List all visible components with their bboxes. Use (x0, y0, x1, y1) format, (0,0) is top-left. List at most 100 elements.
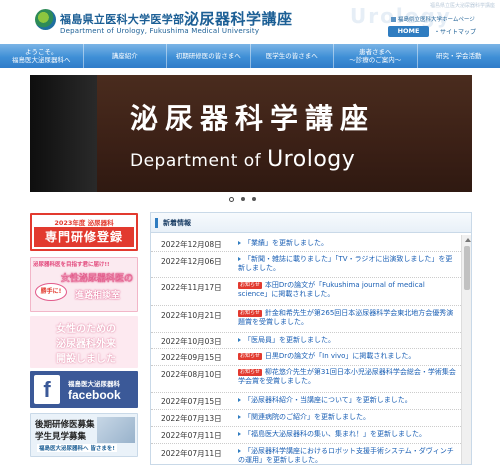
nav-label: 医学生の皆さまへ (265, 51, 318, 60)
news-link[interactable]: 「泌尿器科紹介・当講座について」を更新しました。 (238, 396, 456, 405)
news-text: 「業績」を更新しました。 (244, 239, 328, 247)
news-date: 2022年12月06日 (161, 257, 222, 266)
news-text: 日黒Drの論文が「In vivo」に掲載されました。 (264, 352, 416, 360)
nav-item-about[interactable]: 講座紹介 (84, 44, 167, 68)
consult-bubble: 勝手に! (35, 283, 67, 301)
hero-sign-en: Department of Urology (130, 147, 355, 172)
news-row: 2022年11月17日 お知らせ 本田Drの論文が「Fukushima journ… (151, 278, 461, 306)
news-header: 新着情報 (151, 213, 471, 233)
news-row: 2022年07月13日 「関連病院のご紹介」を更新しました。 (151, 410, 461, 427)
scroll-up-arrow-icon[interactable] (465, 238, 471, 242)
clinic-line1: 女性のための (56, 324, 116, 335)
news-row: 2022年07月15日 「泌尿器科紹介・当講座について」を更新しました。 (151, 393, 461, 410)
clinic-line2: 泌尿器科外来 (56, 339, 116, 350)
facebook-name: facebook (68, 388, 121, 402)
slider-dot[interactable] (241, 197, 245, 201)
recruit-line1: 後期研修医募集 (35, 420, 95, 430)
news-text: 針金和希先生が第265回日本泌尿器科学会東北地方会優秀演題賞を受賞しました。 (238, 309, 454, 327)
news-panel: 新着情報 2022年12月08日 「業績」を更新しました。 2022年12月06… (150, 212, 472, 465)
square-bullet-icon (391, 17, 396, 22)
news-link[interactable]: 「新聞・雑誌に載りました」「TV・ラジオに出演致しました」を更新しました。 (238, 255, 456, 274)
training-year: 2023年度 泌尿器科 (54, 219, 114, 227)
notice-badge: お知らせ (238, 309, 262, 317)
header-watermark-small: 福島県立医大泌尿器科学講座 (430, 3, 496, 9)
news-date: 2022年11月17日 (161, 283, 222, 292)
news-link[interactable]: 「福島医大泌尿器科の集い、集まれ！」を更新しました。 (238, 430, 456, 439)
university-logo[interactable] (35, 9, 56, 30)
nav-label-sub: 福島医大泌尿器科へ (12, 56, 71, 64)
hero-sign-jp: 泌尿器科学講座 (130, 102, 376, 135)
university-homepage-label: 福島県立医科大学ホームページ (398, 17, 475, 23)
news-text: 「関連病院のご紹介」を更新しました。 (244, 413, 370, 421)
heading-bar-icon (155, 217, 158, 228)
news-row: 2022年08月10日 お知らせ 柳花悠介先生が第31回日本小児泌尿器科学会総会・… (151, 366, 461, 393)
training-registration-banner[interactable]: 2023年度 泌尿器科 専門研修登録 (30, 213, 138, 251)
nav-item-patients[interactable]: 患者さまへ 〜診療のご案内〜 (334, 44, 418, 68)
recruit-line3: 福島医大泌尿器科へ 皆さまを! (37, 444, 117, 452)
nav-item-residents[interactable]: 初期研修医の皆さまへ (167, 44, 251, 68)
news-date: 2022年08月10日 (161, 370, 222, 379)
news-link[interactable]: 「泌尿器科学講座におけるロボット支援手術システム・ダヴィンチの運用」を更新しまし… (238, 447, 456, 465)
hero-sign-en-main: Urology (267, 147, 356, 172)
facebook-icon: f (34, 375, 60, 404)
news-date: 2022年09月15日 (161, 353, 222, 362)
news-link[interactable]: お知らせ 日黒Drの論文が「In vivo」に掲載されました。 (238, 352, 456, 361)
org-name[interactable]: 福島県立医科大学医学部 (60, 11, 184, 27)
news-link[interactable]: お知らせ 本田Drの論文が「Fukushima journal of medica… (238, 281, 456, 300)
triangle-bullet-icon (238, 257, 241, 261)
scroll-thumb[interactable] (464, 246, 470, 290)
news-text: 「泌尿器科学講座におけるロボット支援手術システム・ダヴィンチの運用」を更新しまし… (238, 447, 454, 465)
nav-item-students[interactable]: 医学生の皆さまへ (251, 44, 334, 68)
news-link[interactable]: 「業績」を更新しました。 (238, 239, 456, 248)
university-homepage-link[interactable]: 福島県立医科大学ホームページ (391, 15, 475, 23)
news-list: 2022年12月08日 「業績」を更新しました。 2022年12月06日 「新聞… (151, 235, 461, 465)
triangle-bullet-icon (238, 432, 241, 436)
news-row: 2022年10月21日 お知らせ 針金和希先生が第265回日本泌尿器科学会東北地方… (151, 306, 461, 333)
triangle-bullet-icon (238, 338, 241, 342)
nav-item-research[interactable]: 研究・学会活動 (418, 44, 500, 68)
news-link[interactable]: 「医局員」を更新しました。 (238, 336, 456, 345)
news-link[interactable]: お知らせ 針金和希先生が第265回日本泌尿器科学会東北地方会優秀演題賞を受賞しまし… (238, 309, 456, 328)
news-heading: 新着情報 (163, 218, 191, 227)
news-row: 2022年07月11日 「福島医大泌尿器科の集い、集まれ！」を更新しました。 (151, 427, 461, 444)
recruit-line2: 学生見学募集 (35, 432, 87, 442)
global-nav: ようこそ。 福島医大泌尿器科へ 講座紹介 初期研修医の皆さまへ 医学生の皆さまへ … (0, 44, 500, 68)
recruit-banner[interactable]: 後期研修医募集 学生見学募集 福島医大泌尿器科へ 皆さまを! (30, 413, 138, 457)
news-date: 2022年10月21日 (161, 311, 222, 320)
slider-dot[interactable] (252, 197, 256, 201)
nav-label: 研究・学会活動 (436, 51, 482, 60)
sitemap-link[interactable]: ・サイトマップ (434, 27, 476, 36)
triangle-bullet-icon (238, 398, 241, 402)
hero-sign-en-prefix: Department of (130, 151, 268, 171)
notice-badge: お知らせ (238, 368, 262, 376)
news-text: 「泌尿器科紹介・当講座について」を更新しました。 (244, 396, 412, 404)
dept-name[interactable]: 泌尿器科学講座 (184, 8, 293, 29)
womens-clinic-banner[interactable]: 女性のための 泌尿器科外来 開設しました (30, 316, 138, 368)
news-date: 2022年10月03日 (161, 337, 222, 346)
nav-label-sub: 〜診療のご案内〜 (349, 56, 402, 64)
notice-badge: お知らせ (238, 281, 262, 289)
slider-dot[interactable] (229, 197, 234, 202)
consult-line1: 女性泌尿器科医の (61, 274, 134, 284)
news-row: 2022年12月06日 「新聞・雑誌に載りました」「TV・ラジオに出演致しました… (151, 252, 461, 278)
career-consult-banner[interactable]: 泌尿器科医を目指す君に届け!! 女性泌尿器科医の 勝手に! 進路相談室 (30, 257, 138, 312)
nav-label: 講座紹介 (111, 51, 138, 60)
training-title: 専門研修登録 (34, 227, 134, 247)
news-text: 「新聞・雑誌に載りました」「TV・ラジオに出演致しました」を更新しました。 (238, 255, 453, 273)
news-text: 「福島医大泌尿器科の集い、集まれ！」を更新しました。 (244, 430, 426, 438)
news-row: 2022年07月11日 「泌尿器科学講座におけるロボット支援手術システム・ダヴィ… (151, 444, 461, 465)
news-link[interactable]: お知らせ 柳花悠介先生が第31回日本小児泌尿器科学会総会・学術集会 学会賞を受賞し… (238, 368, 456, 387)
news-row: 2022年12月08日 「業績」を更新しました。 (151, 235, 461, 252)
facebook-sub: 福島医大泌尿器科 (68, 380, 120, 388)
news-scrollbar[interactable] (461, 235, 471, 464)
slider-dots (229, 197, 256, 202)
facebook-banner[interactable]: f 福島医大泌尿器科 facebook (30, 371, 138, 408)
nav-item-welcome[interactable]: ようこそ。 福島医大泌尿器科へ (0, 44, 84, 68)
news-date: 2022年07月11日 (161, 431, 222, 440)
news-link[interactable]: 「関連病院のご紹介」を更新しました。 (238, 413, 456, 422)
home-button[interactable]: HOME (388, 26, 429, 37)
hero-slider[interactable]: 泌尿器科学講座 Department of Urology (30, 75, 472, 192)
nav-label: 初期研修医の皆さまへ (175, 51, 241, 60)
recruit-photo (97, 417, 135, 443)
triangle-bullet-icon (238, 241, 241, 245)
